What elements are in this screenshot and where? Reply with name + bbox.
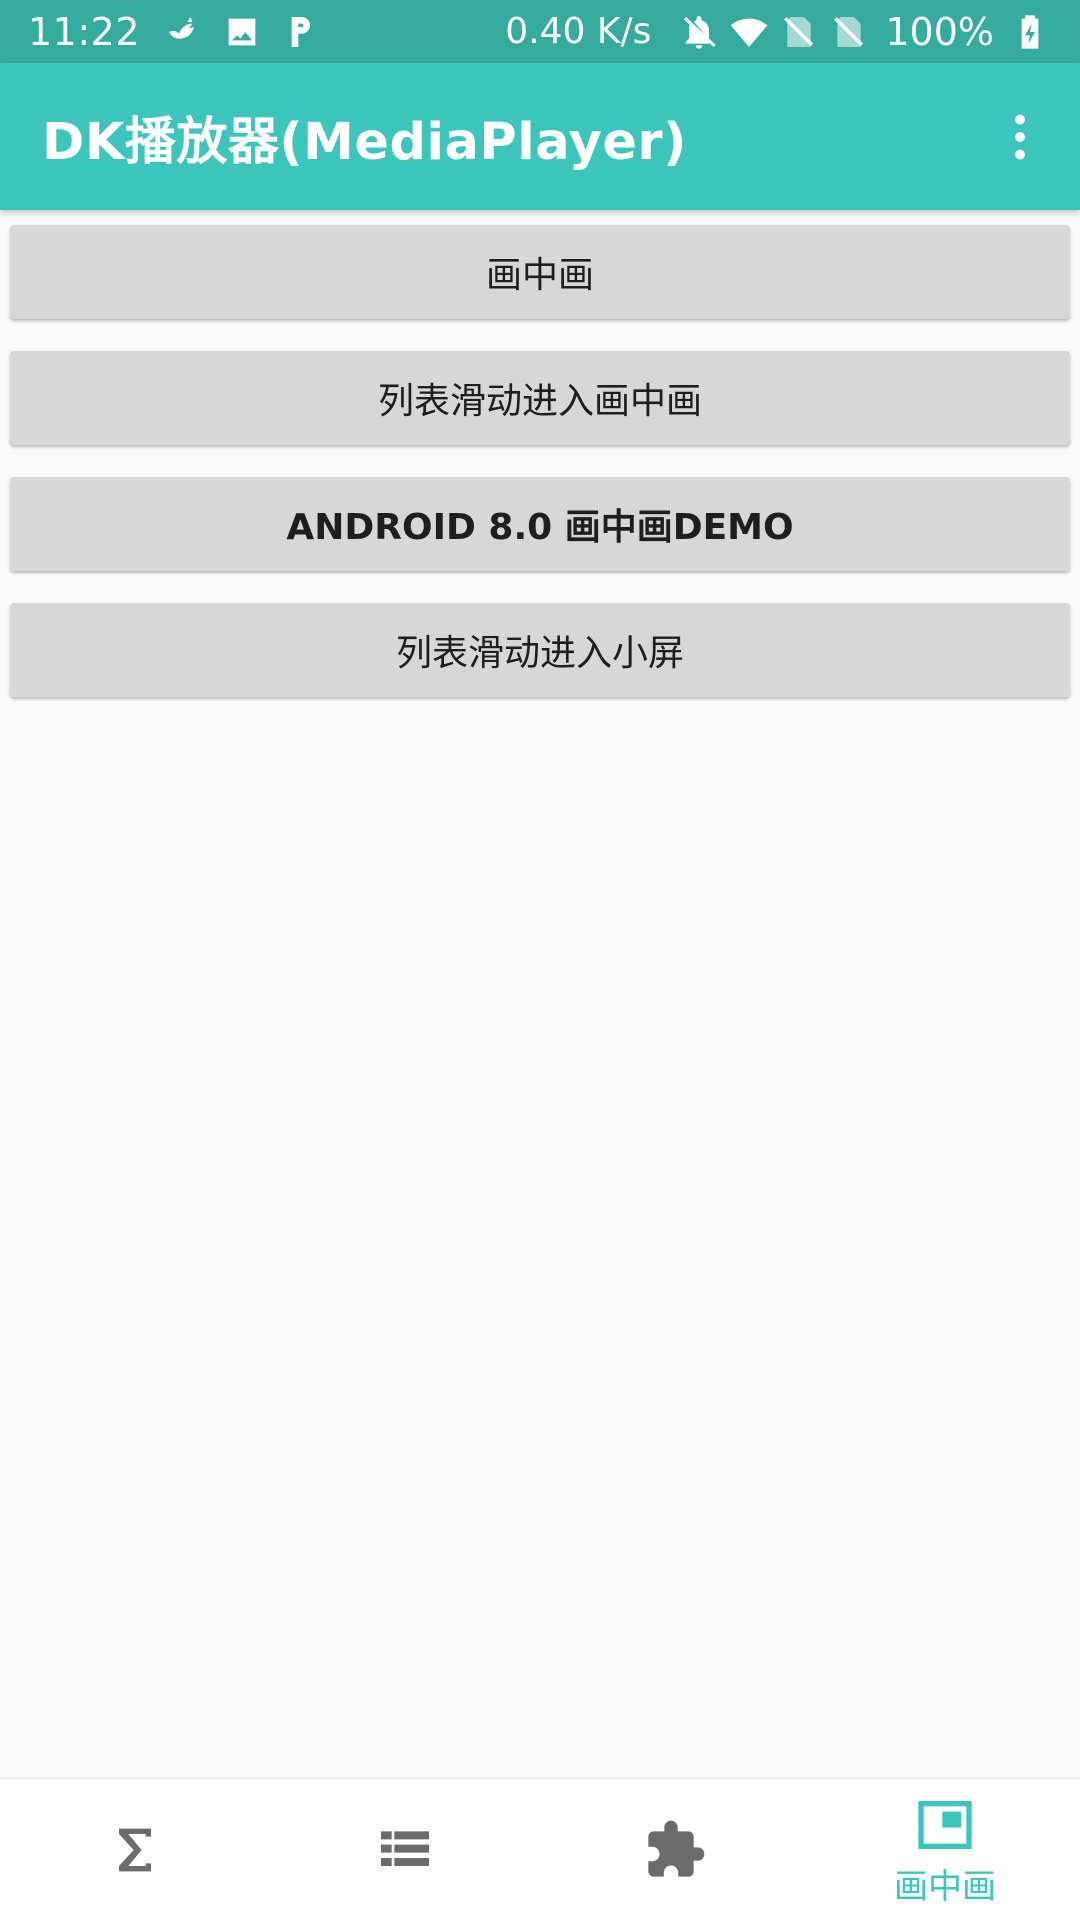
battery-charging-icon <box>1008 10 1052 54</box>
app-bar: DK播放器(MediaPlayer) <box>0 63 1080 210</box>
nav-item-sigma[interactable] <box>0 1779 270 1921</box>
main-content: 画中画 列表滑动进入画中画 ANDROID 8.0 画中画DEMO 列表滑动进入… <box>0 210 1080 1778</box>
bird-notification-icon <box>162 10 206 54</box>
android-8-pip-demo-button[interactable]: ANDROID 8.0 画中画DEMO <box>10 477 1070 571</box>
nav-item-picture-in-picture[interactable]: 画中画 <box>810 1779 1080 1921</box>
nav-item-list[interactable] <box>270 1779 540 1921</box>
bell-off-icon <box>677 10 721 54</box>
list-icon <box>381 1831 429 1866</box>
image-notification-icon <box>220 10 264 54</box>
app-title: DK播放器(MediaPlayer) <box>42 112 687 172</box>
wifi-icon <box>727 10 771 54</box>
nav-item-extensions[interactable] <box>540 1779 810 1921</box>
more-vert-icon <box>1015 114 1025 159</box>
no-sim-icon <box>777 10 821 54</box>
status-right: 0.40 K/s 100% <box>505 10 1052 54</box>
bottom-navigation: 画中画 <box>0 1778 1080 1921</box>
p-notification-icon <box>278 10 322 54</box>
list-scroll-pip-button[interactable]: 列表滑动进入画中画 <box>10 351 1070 445</box>
picture-in-picture-icon <box>918 1800 972 1849</box>
status-bar: 11:22 0.40 K/s 100% <box>0 0 1080 63</box>
network-rate: 0.40 K/s <box>505 11 652 52</box>
sigma-icon <box>119 1828 151 1872</box>
battery-percent: 100% <box>885 9 994 54</box>
more-options-button[interactable] <box>984 89 1056 185</box>
pip-button[interactable]: 画中画 <box>10 225 1070 319</box>
nav-label-picture-in-picture: 画中画 <box>894 1866 996 1907</box>
list-scroll-small-screen-button[interactable]: 列表滑动进入小屏 <box>10 603 1070 697</box>
puzzle-icon <box>648 1820 705 1877</box>
status-time: 11:22 <box>28 9 141 54</box>
status-left: 11:22 <box>28 10 336 54</box>
no-sim-icon <box>827 10 871 54</box>
